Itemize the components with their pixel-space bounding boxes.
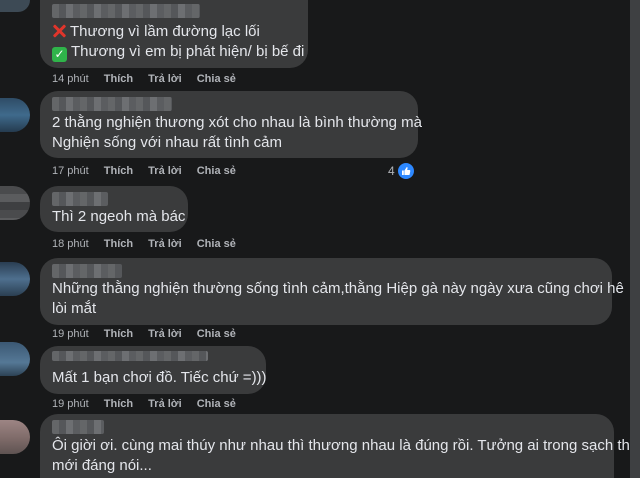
like-button[interactable]: Thích bbox=[104, 328, 133, 340]
share-button[interactable]: Chia sẻ bbox=[197, 73, 236, 85]
comment-line: Những thằng nghiện thường sống tình cảm,… bbox=[52, 280, 624, 297]
comment-bubble: Thì 2 ngeoh mà bác bbox=[40, 186, 188, 232]
share-button[interactable]: Chia sẻ bbox=[197, 328, 236, 340]
commenter-name-blurred[interactable] bbox=[52, 192, 108, 206]
comment-bubble: Ôi giời ơi. cùng mai thúy như nhau thì t… bbox=[40, 414, 634, 478]
like-button[interactable]: Thích bbox=[104, 398, 133, 410]
comment-line: Ôi giời ơi. cùng mai thúy như nhau thì t… bbox=[52, 437, 635, 454]
comment-timestamp[interactable]: 19 phút bbox=[52, 328, 89, 340]
check-mark-icon: ✓ bbox=[52, 47, 67, 62]
avatar[interactable] bbox=[0, 98, 30, 132]
like-button[interactable]: Thích bbox=[104, 73, 133, 85]
comment-timestamp[interactable]: 19 phút bbox=[52, 398, 89, 410]
avatar[interactable] bbox=[0, 0, 30, 12]
reaction-count: 4 bbox=[388, 164, 395, 178]
share-button[interactable]: Chia sẻ bbox=[197, 165, 236, 177]
comment-bubble: Mất 1 bạn chơi đồ. Tiếc chứ =))) bbox=[40, 346, 267, 394]
avatar[interactable] bbox=[0, 420, 30, 454]
comment-bubble: Những thằng nghiện thường sống tình cảm,… bbox=[40, 258, 624, 325]
avatar[interactable] bbox=[0, 342, 30, 376]
comment-line: ✓ Thương vì em bị phát hiện/ bị bế đi bbox=[52, 42, 304, 62]
comment-actions: 14 phút Thích Trả lời Chia sẻ bbox=[52, 72, 248, 86]
comment-timestamp[interactable]: 18 phút bbox=[52, 238, 89, 250]
reply-button[interactable]: Trả lời bbox=[148, 398, 182, 410]
reply-button[interactable]: Trả lời bbox=[148, 165, 182, 177]
comment-line: Thì 2 ngeoh mà bác bbox=[52, 208, 186, 225]
comment-line: Nghiện sống với nhau rất tình cảm bbox=[52, 134, 282, 151]
thumbs-up-icon bbox=[396, 162, 415, 180]
comment-line: Thương vì lầm đường lạc lối bbox=[52, 22, 260, 42]
comment-actions: 17 phút Thích Trả lời Chia sẻ bbox=[52, 164, 248, 178]
reply-button[interactable]: Trả lời bbox=[148, 238, 182, 250]
comment-line: 2 thằng nghiện thương xót cho nhau là bì… bbox=[52, 114, 423, 131]
avatar[interactable] bbox=[0, 262, 30, 296]
comment-timestamp[interactable]: 14 phút bbox=[52, 73, 89, 85]
like-button[interactable]: Thích bbox=[104, 238, 133, 250]
avatar[interactable] bbox=[0, 186, 30, 220]
cross-mark-icon bbox=[52, 24, 66, 38]
commenter-name-blurred[interactable] bbox=[52, 264, 122, 278]
comment-line: mới đáng nói... bbox=[52, 457, 152, 474]
comment-actions: 19 phút Thích Trả lời Chia sẻ bbox=[52, 397, 248, 411]
comment-bubble: Thương vì lầm đường lạc lối ✓ Thương vì e… bbox=[40, 0, 308, 68]
reply-button[interactable]: Trả lời bbox=[148, 328, 182, 340]
comment-actions: 18 phút Thích Trả lời Chia sẻ bbox=[52, 237, 248, 251]
commenter-name-blurred[interactable] bbox=[52, 97, 172, 111]
commenter-name-blurred[interactable] bbox=[52, 4, 200, 18]
reply-button[interactable]: Trả lời bbox=[148, 73, 182, 85]
comment-bubble: 2 thằng nghiện thương xót cho nhau là bì… bbox=[40, 91, 422, 158]
scrollbar-track[interactable] bbox=[630, 0, 640, 478]
comment-line: Mất 1 bạn chơi đồ. Tiếc chứ =))) bbox=[52, 369, 267, 386]
comment-actions: 19 phút Thích Trả lời Chia sẻ bbox=[52, 327, 248, 341]
like-button[interactable]: Thích bbox=[104, 165, 133, 177]
commenter-name-blurred[interactable] bbox=[52, 351, 208, 361]
share-button[interactable]: Chia sẻ bbox=[197, 398, 236, 410]
share-button[interactable]: Chia sẻ bbox=[197, 238, 236, 250]
comment-line: lòi mắt bbox=[52, 300, 97, 317]
reaction-summary[interactable]: 4 bbox=[388, 162, 415, 180]
commenter-name-blurred[interactable] bbox=[52, 420, 104, 434]
comment-thread: Thương vì lầm đường lạc lối ✓ Thương vì e… bbox=[0, 0, 640, 478]
comment-timestamp[interactable]: 17 phút bbox=[52, 165, 89, 177]
